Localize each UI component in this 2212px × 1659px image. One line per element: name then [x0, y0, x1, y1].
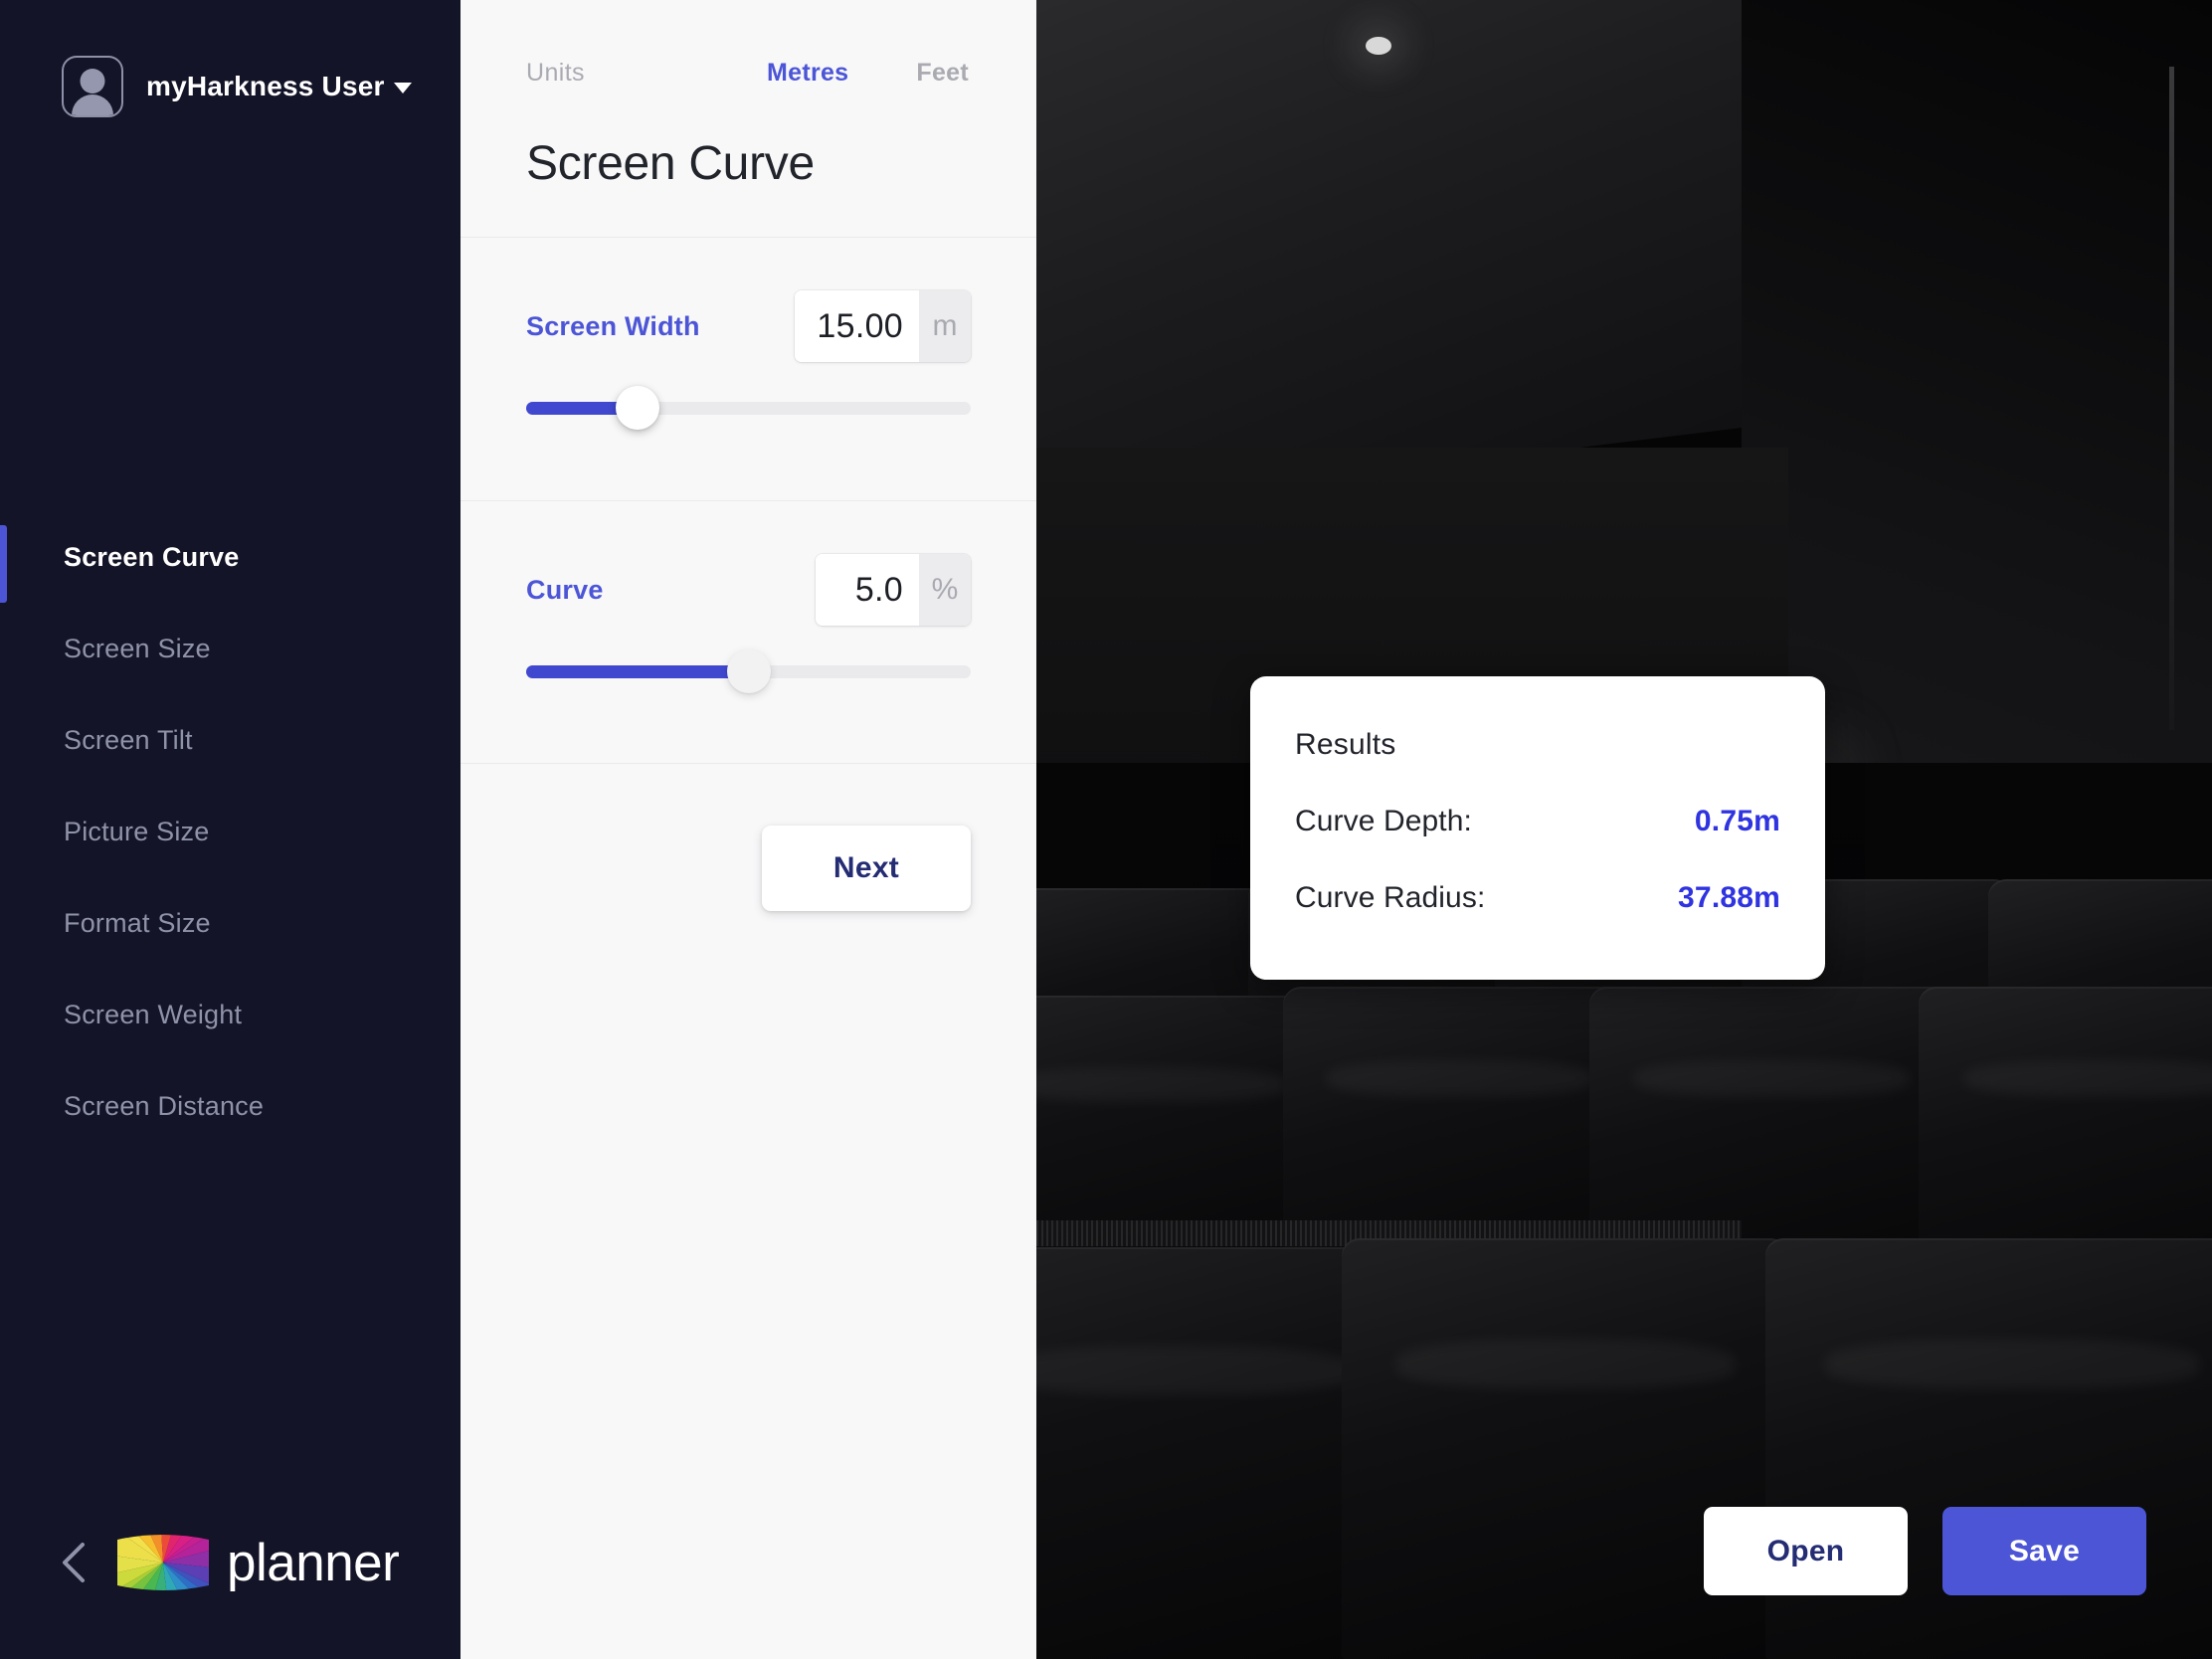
unit-option-metres[interactable]: Metres — [767, 59, 848, 88]
brand-footer: planner — [58, 1528, 400, 1597]
page-title: Screen Curve — [526, 137, 815, 190]
user-menu[interactable]: myHarkness User — [0, 0, 461, 117]
sidebar-nav: Screen Curve Screen Size Screen Tilt Pic… — [0, 525, 461, 1139]
sidebar-item-label: Format Size — [64, 908, 211, 938]
next-button[interactable]: Next — [762, 826, 971, 911]
panel-header: Units Metres Feet Screen Curve — [461, 0, 1036, 191]
ceiling — [1036, 0, 1836, 515]
sidebar-item-label: Picture Size — [64, 817, 210, 846]
sidebar-item-screen-size[interactable]: Screen Size — [0, 617, 461, 681]
result-label: Curve Radius: — [1295, 881, 1486, 914]
caret-down-icon[interactable] — [393, 83, 412, 93]
result-label: Curve Depth: — [1295, 805, 1472, 837]
curve-slider[interactable] — [526, 642, 971, 701]
screen-width-slider[interactable] — [526, 378, 971, 438]
slider-thumb[interactable] — [726, 649, 771, 693]
curve-label: Curve — [526, 574, 604, 605]
open-button[interactable]: Open — [1704, 1507, 1908, 1595]
ceiling-spotlight-icon — [1365, 36, 1391, 55]
app-root: myHarkness User Screen Curve Screen Size… — [0, 0, 2212, 1659]
sidebar-item-screen-weight[interactable]: Screen Weight — [0, 983, 461, 1047]
user-name: myHarkness User — [146, 71, 412, 102]
sidebar-item-label: Screen Size — [64, 634, 211, 663]
sidebar-item-label: Screen Curve — [64, 542, 240, 572]
save-button[interactable]: Save — [1942, 1507, 2146, 1595]
rainbow-curved-screen-logo — [113, 1528, 213, 1597]
sidebar: myHarkness User Screen Curve Screen Size… — [0, 0, 461, 1659]
screen-width-unit-suffix: m — [919, 290, 971, 362]
curve-row: Curve 5.0 % — [526, 548, 971, 632]
wall-edge-highlight — [2169, 66, 2175, 730]
results-title: Results — [1295, 728, 1396, 761]
result-value: 37.88m — [1678, 881, 1780, 914]
result-row-curve-depth: Curve Depth: 0.75m — [1295, 805, 1780, 838]
sidebar-item-picture-size[interactable]: Picture Size — [0, 800, 461, 864]
viewport-actions: Open Save — [1704, 1507, 2146, 1595]
curve-value[interactable]: 5.0 — [816, 554, 919, 626]
sidebar-item-screen-curve[interactable]: Screen Curve — [0, 525, 461, 603]
slider-fill — [526, 664, 749, 678]
brand-text: planner — [227, 1533, 400, 1592]
units-toggle: Units Metres Feet — [526, 0, 1036, 88]
curve-field-group: Curve 5.0 % — [461, 548, 1036, 701]
result-row-curve-radius: Curve Radius: 37.88m — [1295, 881, 1780, 915]
result-value: 0.75m — [1694, 805, 1780, 837]
screen-width-row: Screen Width 15.00 m — [526, 284, 971, 368]
sidebar-item-label: Screen Distance — [64, 1091, 265, 1121]
screen-width-label: Screen Width — [526, 310, 700, 341]
sidebar-item-screen-distance[interactable]: Screen Distance — [0, 1074, 461, 1139]
cinema-viewport: Results Curve Depth: 0.75m Curve Radius:… — [1036, 0, 2212, 1659]
divider — [461, 237, 1036, 238]
curve-input[interactable]: 5.0 % — [816, 554, 971, 626]
sidebar-item-label: Screen Tilt — [64, 725, 193, 755]
sidebar-item-label: Screen Weight — [64, 1000, 243, 1029]
sidebar-item-screen-tilt[interactable]: Screen Tilt — [0, 708, 461, 773]
curve-unit-suffix: % — [919, 554, 971, 626]
unit-option-feet[interactable]: Feet — [916, 59, 969, 88]
user-name-text: myHarkness User — [146, 71, 385, 101]
settings-panel: Units Metres Feet Screen Curve Screen Wi… — [461, 0, 1036, 1659]
divider — [461, 500, 1036, 501]
user-avatar-icon — [62, 56, 123, 117]
units-label: Units — [526, 59, 585, 87]
screen-width-input[interactable]: 15.00 m — [795, 290, 971, 362]
results-card: Results Curve Depth: 0.75m Curve Radius:… — [1250, 676, 1825, 980]
slider-thumb[interactable] — [615, 386, 659, 430]
chevron-left-icon[interactable] — [58, 1540, 90, 1585]
sidebar-item-format-size[interactable]: Format Size — [0, 891, 461, 956]
screen-width-value[interactable]: 15.00 — [795, 290, 919, 362]
next-button-wrap: Next — [461, 764, 1036, 911]
screen-width-field-group: Screen Width 15.00 m — [461, 284, 1036, 438]
